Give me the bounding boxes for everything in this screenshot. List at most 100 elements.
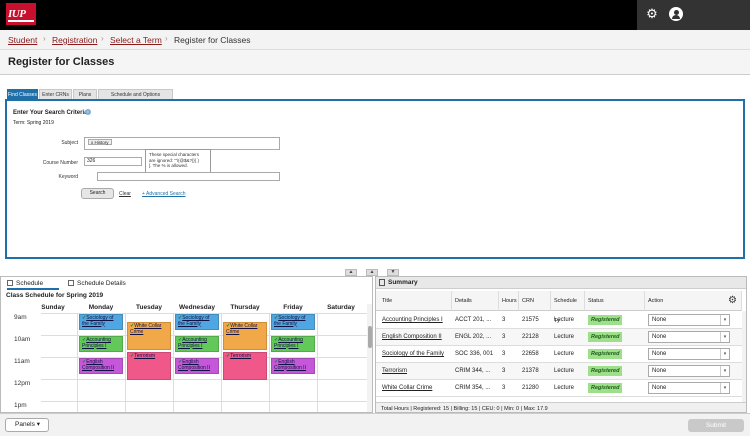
logo-underline <box>8 20 34 22</box>
column-header-title[interactable]: Title <box>376 291 452 311</box>
subject-chip[interactable]: x History <box>88 139 112 145</box>
event-label: Sociology of the Family <box>82 315 114 327</box>
row-crn: 21280 <box>522 385 539 391</box>
summary-header: Summary <box>376 277 746 289</box>
action-select-value: None <box>652 385 667 391</box>
column-header-schedule-type[interactable]: Schedule Ty <box>551 291 585 324</box>
summary-row: Terrorism CRIM 344, ... 3 21378 Lecture … <box>376 363 744 380</box>
chevron-down-icon: ▾ <box>720 349 729 359</box>
class-event-accounting[interactable]: ✓Accounting Principles I <box>79 336 123 352</box>
row-hours: 3 <box>502 385 506 391</box>
breadcrumb-separator: › <box>101 34 104 43</box>
action-select[interactable]: None ▾ <box>648 314 730 326</box>
row-type: Lecture <box>554 368 575 374</box>
class-event-accounting[interactable]: ✓Accounting Principles I <box>175 336 219 352</box>
row-title[interactable]: White Collar Crime <box>379 380 452 397</box>
row-hours: 3 <box>502 368 506 374</box>
summary-title: Summary <box>388 279 418 286</box>
day-header: Tuesday <box>136 304 162 311</box>
class-event-english[interactable]: ✓English Composition II <box>79 358 123 374</box>
iup-logo[interactable]: IUP <box>6 3 36 25</box>
breadcrumb: Student › Registration › Select a Term ›… <box>0 30 750 50</box>
schedule-title: Class Schedule for Spring 2019 <box>6 292 104 299</box>
row-type: Lecture <box>554 385 575 391</box>
status-badge: Registered <box>588 315 623 325</box>
breadcrumb-select-term[interactable]: Select a Term <box>110 35 162 45</box>
time-label: 1pm <box>14 402 27 409</box>
row-title[interactable]: Terrorism <box>379 363 452 380</box>
collapse-left-icon[interactable]: ▲ <box>345 269 357 276</box>
row-crn: 21575 <box>522 317 539 323</box>
event-label: English Composition II <box>274 359 306 371</box>
row-crn: 21378 <box>522 368 539 374</box>
row-title[interactable]: Sociology of the Family <box>379 346 452 363</box>
gear-icon[interactable]: ⚙ <box>645 7 659 21</box>
search-button[interactable]: Search <box>81 188 114 199</box>
class-event-white-collar[interactable]: ✓White Collar Crime <box>223 322 267 350</box>
class-event-sociology[interactable]: ✓Sociology of the Family <box>271 314 315 330</box>
summary-scrollbar[interactable] <box>742 311 746 403</box>
row-details: CRIM 344, ... <box>455 368 491 374</box>
page-title: Register for Classes <box>8 56 115 68</box>
advanced-search-link[interactable]: + Advanced Search <box>142 191 186 197</box>
subject-label: Subject <box>61 140 78 146</box>
class-event-white-collar[interactable]: ✓White Collar Crime <box>127 322 171 350</box>
tab-schedule-details[interactable]: Schedule Details <box>68 280 146 290</box>
column-header-status[interactable]: Status <box>585 291 645 311</box>
day-divider <box>77 313 78 412</box>
class-event-english[interactable]: ✓English Composition II <box>175 358 219 374</box>
course-number-label: Course Number <box>42 160 78 166</box>
time-label: 11am <box>14 358 30 365</box>
submit-button[interactable]: Submit <box>688 419 744 432</box>
day-divider <box>317 313 318 412</box>
action-select-value: None <box>652 334 667 340</box>
breadcrumb-separator: › <box>165 34 168 43</box>
search-panel: Enter Your Search Criteria i Term: Sprin… <box>5 99 745 259</box>
action-select[interactable]: None ▾ <box>648 348 730 360</box>
action-select[interactable]: None ▾ <box>648 382 730 394</box>
panels-button[interactable]: Panels ▾ <box>5 418 49 432</box>
action-select-value: None <box>652 317 667 323</box>
summary-row: Accounting Principles I ACCT 201, ... 3 … <box>376 312 744 329</box>
event-label: White Collar Crime <box>226 323 258 335</box>
summary-row: English Composition II ENGL 202, ... 3 2… <box>376 329 744 346</box>
day-divider <box>269 313 270 412</box>
class-event-sociology[interactable]: ✓Sociology of the Family <box>175 314 219 330</box>
column-header-details[interactable]: Details <box>452 291 499 311</box>
collapse-up-icon[interactable]: ▲ <box>366 269 378 276</box>
action-select[interactable]: None ▾ <box>648 331 730 343</box>
column-header-hours[interactable]: Hours <box>499 291 519 311</box>
time-label: 12pm <box>14 380 31 387</box>
class-event-accounting[interactable]: ✓Accounting Principles I <box>271 336 315 352</box>
class-event-sociology[interactable]: ✓Sociology of the Family <box>79 314 123 330</box>
hour-line <box>41 379 367 380</box>
summary-row: White Collar Crime CRIM 354, ... 3 21280… <box>376 380 744 397</box>
column-header-crn[interactable]: CRN <box>519 291 551 311</box>
event-label: Sociology of the Family <box>178 315 210 327</box>
class-event-terrorism[interactable]: ✓Terrorism <box>127 352 171 380</box>
action-select[interactable]: None ▾ <box>648 365 730 377</box>
day-header: Friday <box>283 304 303 311</box>
row-title[interactable]: English Composition II <box>379 329 452 346</box>
info-icon[interactable]: i <box>85 109 91 115</box>
breadcrumb-student[interactable]: Student <box>8 35 37 45</box>
event-label: Accounting Principles I <box>82 337 111 349</box>
user-icon[interactable] <box>669 7 683 21</box>
tab-schedule[interactable]: Schedule <box>7 280 59 290</box>
course-number-input[interactable]: 326 <box>84 157 142 166</box>
keyword-input[interactable] <box>97 172 280 181</box>
day-header: Sunday <box>41 304 65 311</box>
gear-icon[interactable]: ⚙ <box>728 295 737 306</box>
summary-icon <box>379 279 385 286</box>
scrollbar-thumb[interactable] <box>368 326 372 348</box>
collapse-down-icon[interactable]: ▼ <box>387 269 399 276</box>
event-label: Terrorism <box>230 353 252 359</box>
day-divider <box>221 313 222 412</box>
row-crn: 22658 <box>522 351 539 357</box>
clear-link[interactable]: Clear <box>119 191 131 197</box>
schedule-scrollbar[interactable] <box>367 304 372 412</box>
class-event-english[interactable]: ✓English Composition II <box>271 358 315 374</box>
row-title[interactable]: Accounting Principles I <box>379 312 452 329</box>
breadcrumb-registration[interactable]: Registration <box>52 35 97 45</box>
class-event-terrorism[interactable]: ✓Terrorism <box>223 352 267 380</box>
